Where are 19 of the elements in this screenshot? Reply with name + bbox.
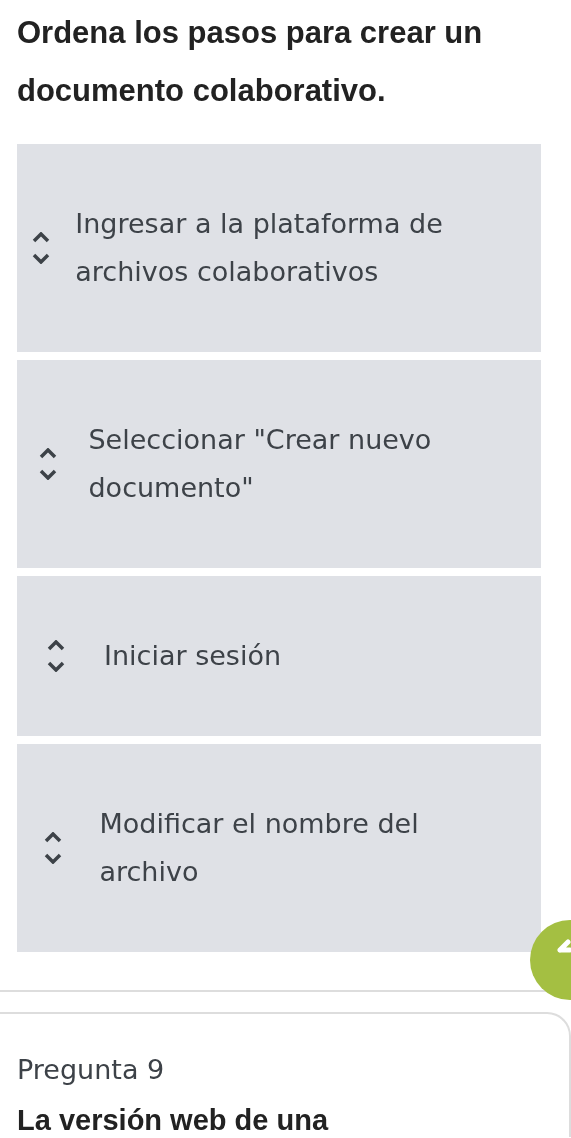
item-text: Iniciar sesión bbox=[104, 639, 282, 673]
chevron-up-icon[interactable] bbox=[38, 448, 57, 459]
chevron-up-icon[interactable] bbox=[46, 640, 65, 651]
item-text: Modificar el nombre del archivo bbox=[99, 807, 420, 889]
chevron-down-icon[interactable] bbox=[44, 853, 63, 864]
chevron-down-icon[interactable] bbox=[46, 661, 65, 672]
item-text: Ingresar a la plataforma de archivos colaborativos bbox=[75, 207, 444, 289]
chevron-up-icon[interactable] bbox=[44, 832, 63, 843]
question-title: Ordena los pasos para crear un documento colaborativo. bbox=[17, 14, 484, 110]
sortable-item[interactable]: Modificar el nombre del archivo bbox=[17, 744, 541, 952]
sortable-item[interactable]: Seleccionar "Crear nuevo documento" bbox=[17, 360, 541, 568]
chevron-down-icon[interactable] bbox=[38, 469, 57, 480]
question-title: La versión web de una bbox=[17, 1104, 330, 1137]
question-number: Pregunta 9 bbox=[17, 1053, 165, 1087]
sortable-item[interactable]: Iniciar sesión bbox=[17, 576, 541, 736]
chevron-down-icon[interactable] bbox=[32, 253, 51, 264]
chevron-up-icon[interactable] bbox=[32, 232, 51, 243]
sortable-item[interactable]: Ingresar a la plataforma de archivos colaborativos bbox=[17, 144, 541, 352]
item-text: Seleccionar "Crear nuevo documento" bbox=[88, 423, 433, 505]
